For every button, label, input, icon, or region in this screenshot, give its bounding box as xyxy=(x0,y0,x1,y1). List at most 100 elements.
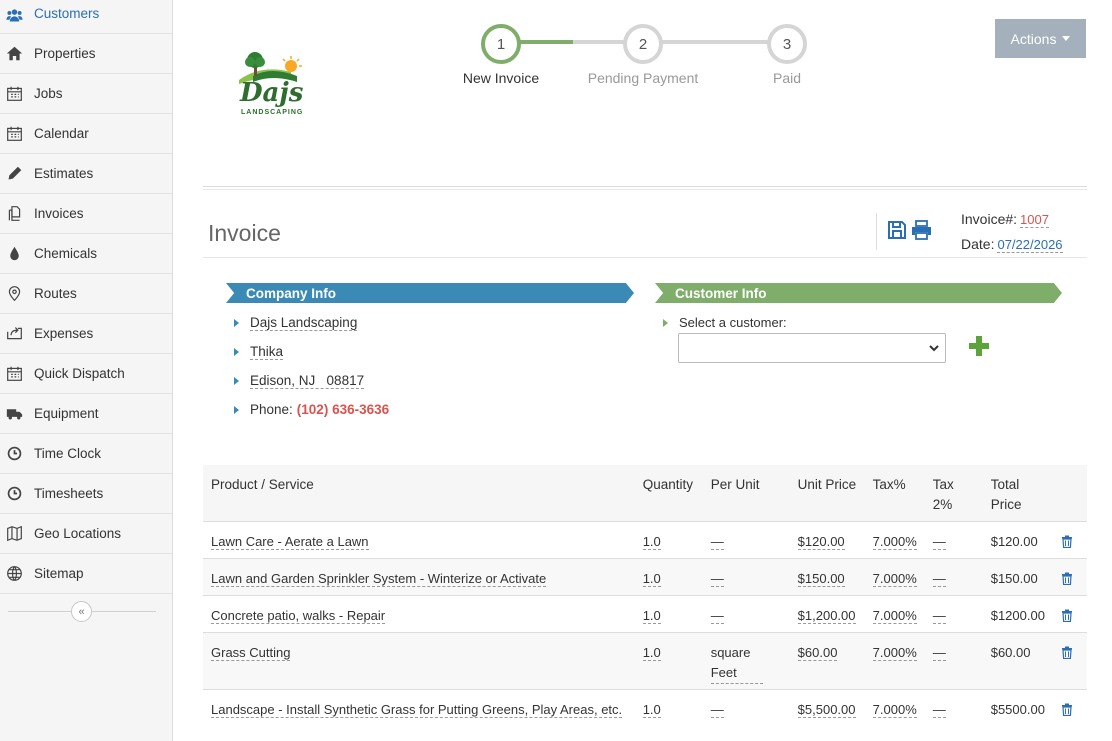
company-city-state-zip[interactable]: Edison, NJ 08817 xyxy=(250,373,365,389)
sidebar-item-chemicals[interactable]: Chemicals xyxy=(0,234,172,274)
invoice-number-value[interactable]: 1007 xyxy=(1020,212,1049,228)
per-unit-value[interactable]: — xyxy=(710,607,724,624)
tax2-value[interactable]: — xyxy=(932,607,946,624)
line-items-table: Product / Service Quantity Per Unit Unit… xyxy=(203,465,1087,741)
quantity-value[interactable]: 1.0 xyxy=(642,570,661,587)
product-name[interactable]: Lawn and Garden Sprinkler System - Winte… xyxy=(211,570,547,587)
print-icon[interactable] xyxy=(911,220,932,240)
sidebar-item-label: Chemicals xyxy=(34,246,98,261)
step-label: New Invoice xyxy=(462,70,540,86)
step-number: 3 xyxy=(767,24,807,64)
product-name[interactable]: Landscape - Install Synthetic Grass for … xyxy=(211,701,623,718)
sidebar-item-properties[interactable]: Properties xyxy=(0,34,172,74)
step-connector-2 xyxy=(659,40,771,44)
tax-value[interactable]: 7.000% xyxy=(872,533,917,550)
divider xyxy=(203,186,1087,187)
company-logo: Dajs LANDSCAPING xyxy=(231,50,313,120)
tax2-value[interactable]: — xyxy=(932,533,946,550)
calendar-icon xyxy=(5,365,23,383)
sidebar-item-time-clock[interactable]: Time Clock xyxy=(0,434,172,474)
sidebar-item-expenses[interactable]: Expenses xyxy=(0,314,172,354)
tax2-value[interactable]: — xyxy=(932,570,946,587)
sidebar-item-jobs[interactable]: Jobs xyxy=(0,74,172,114)
tax2-value[interactable]: — xyxy=(932,701,946,718)
sidebar-item-label: Timesheets xyxy=(34,486,104,501)
sidebar-item-invoices[interactable]: Invoices xyxy=(0,194,172,234)
actions-dropdown-button[interactable]: Actions xyxy=(995,19,1086,58)
product-name[interactable]: Grass Cutting xyxy=(211,644,291,661)
cell-tax2: — xyxy=(924,557,983,595)
sidebar-item-timesheets[interactable]: Timesheets xyxy=(0,474,172,514)
tax-value[interactable]: 7.000% xyxy=(872,570,917,587)
unit-price-value[interactable]: $60.00 xyxy=(797,644,838,661)
sidebar-item-quick-dispatch[interactable]: Quick Dispatch xyxy=(0,354,172,394)
trash-icon[interactable] xyxy=(1061,572,1073,585)
cell-tax2: — xyxy=(924,594,983,632)
per-unit-value[interactable]: — xyxy=(710,570,724,587)
sidebar-item-label: Jobs xyxy=(34,86,63,101)
tax2-value[interactable]: — xyxy=(932,644,946,661)
cell-delete xyxy=(1052,594,1087,632)
company-name[interactable]: Dajs Landscaping xyxy=(250,315,358,331)
step-new-invoice: 1 New Invoice xyxy=(431,24,571,86)
trash-icon[interactable] xyxy=(1061,535,1073,548)
quantity-value[interactable]: 1.0 xyxy=(642,701,661,718)
sidebar-item-geo-locations[interactable]: Geo Locations xyxy=(0,514,172,554)
actions-label: Actions xyxy=(1010,30,1057,47)
save-icon[interactable] xyxy=(887,220,907,240)
col-header-unit-price: Unit Price xyxy=(797,477,857,492)
sidebar-item-calendar[interactable]: Calendar xyxy=(0,114,172,154)
per-unit-value[interactable]: square Feet xyxy=(710,643,763,684)
trash-icon[interactable] xyxy=(1061,703,1073,716)
table-header-row: Product / Service Quantity Per Unit Unit… xyxy=(203,465,1087,521)
quantity-value[interactable]: 1.0 xyxy=(642,644,661,661)
sidebar-item-sitemap[interactable]: Sitemap xyxy=(0,554,172,594)
cell-quantity: 1.0 xyxy=(634,631,703,689)
calendar-icon xyxy=(5,125,23,143)
customer-select[interactable] xyxy=(678,333,946,363)
cell-quantity: 1.0 xyxy=(634,688,703,741)
company-phone[interactable]: (102) 636-3636 xyxy=(297,402,389,417)
per-unit-value[interactable]: — xyxy=(710,533,724,550)
product-name[interactable]: Lawn Care - Aerate a Lawn xyxy=(211,533,369,550)
quantity-value[interactable]: 1.0 xyxy=(642,607,661,624)
sidebar-item-equipment[interactable]: Equipment xyxy=(0,394,172,434)
tax-value[interactable]: 7.000% xyxy=(872,701,917,718)
sidebar-item-customers[interactable]: Customers xyxy=(0,0,172,34)
tax-value[interactable]: 7.000% xyxy=(872,644,917,661)
chevron-down-icon xyxy=(929,345,939,352)
drop-icon xyxy=(5,245,23,263)
invoice-date-value[interactable]: 07/22/2026 xyxy=(997,237,1063,253)
select-customer-label: Select a customer: xyxy=(679,315,787,330)
unit-price-value[interactable]: $5,500.00 xyxy=(797,701,856,718)
add-customer-icon[interactable] xyxy=(968,335,990,357)
step-number: 1 xyxy=(481,24,521,64)
sidebar-item-estimates[interactable]: Estimates xyxy=(0,154,172,194)
bullet-triangle-icon xyxy=(234,377,239,385)
tax-value[interactable]: 7.000% xyxy=(872,607,917,624)
company-address-line[interactable]: Thika xyxy=(250,344,284,360)
per-unit-value[interactable]: — xyxy=(710,701,724,718)
users-icon xyxy=(5,6,23,24)
unit-price-value[interactable]: $1,200.00 xyxy=(797,607,856,624)
bullet-triangle-icon xyxy=(663,318,668,327)
table-row: Concrete patio, walks - Repair 1.0 — $1,… xyxy=(203,594,1087,632)
sidebar-item-label: Customers xyxy=(34,6,100,21)
quantity-value[interactable]: 1.0 xyxy=(642,533,661,550)
unit-price-value[interactable]: $150.00 xyxy=(797,570,845,587)
sidebar: Customers Properties Jobs Calendar Estim… xyxy=(0,0,173,741)
cell-per-unit: — xyxy=(702,688,790,741)
sidebar-item-label: Sitemap xyxy=(34,566,84,581)
cell-total: $150.00 xyxy=(982,557,1053,595)
cell-delete xyxy=(1052,631,1087,689)
unit-price-value[interactable]: $120.00 xyxy=(797,533,845,550)
logo-subtext: LANDSCAPING xyxy=(241,109,304,116)
sidebar-item-routes[interactable]: Routes xyxy=(0,274,172,314)
product-name[interactable]: Concrete patio, walks - Repair xyxy=(211,607,386,624)
sidebar-item-label: Quick Dispatch xyxy=(34,366,125,381)
collapse-sidebar-button[interactable]: « xyxy=(71,601,92,622)
col-header-actions xyxy=(1053,465,1087,521)
trash-icon[interactable] xyxy=(1061,646,1073,659)
trash-icon[interactable] xyxy=(1061,609,1073,622)
cell-total: $120.00 xyxy=(982,520,1053,558)
